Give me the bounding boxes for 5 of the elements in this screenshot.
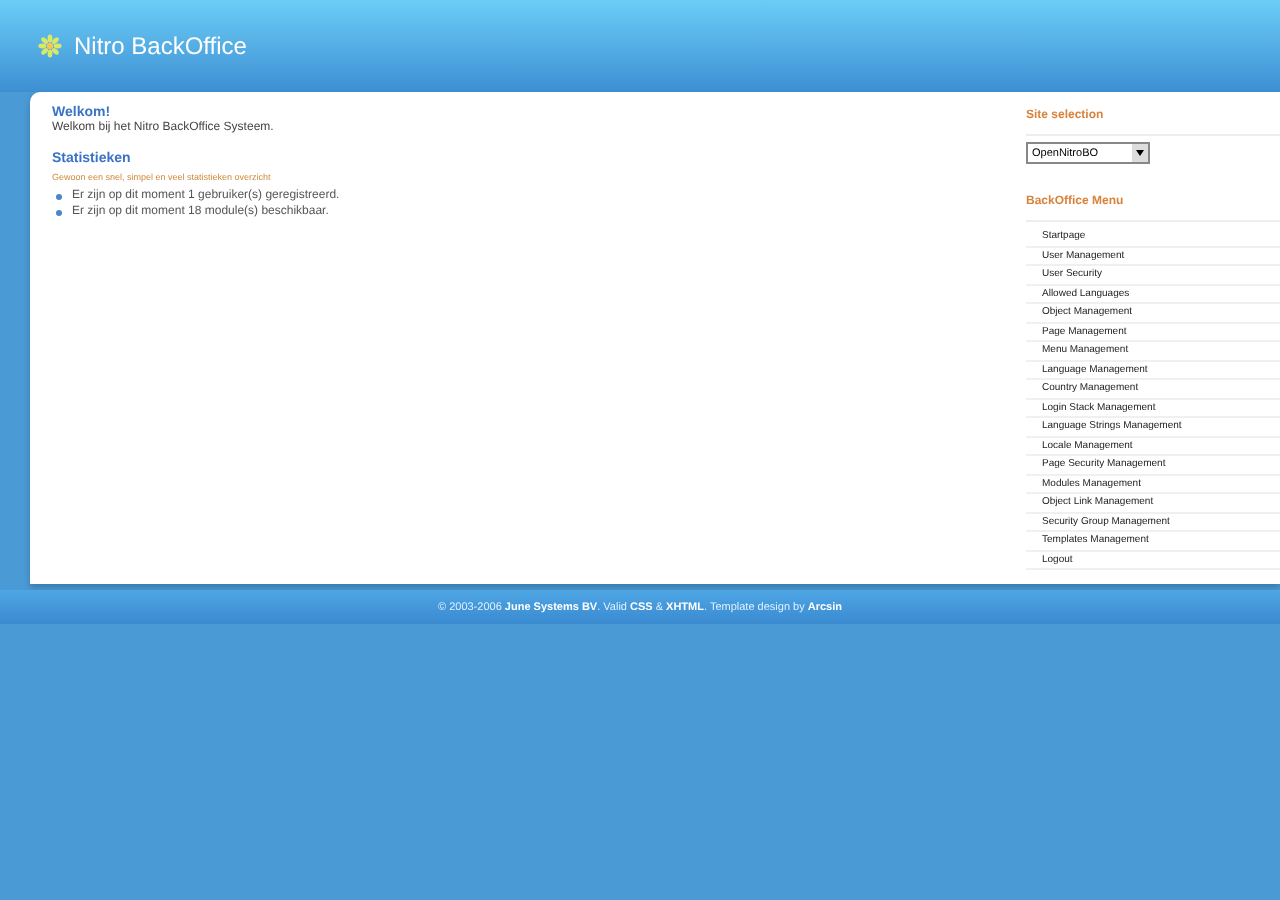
flower-logo-icon	[38, 34, 62, 58]
bullet-icon	[56, 193, 62, 199]
bullet-icon	[56, 209, 62, 215]
caret-icon	[1136, 150, 1144, 156]
app-title: Nitro BackOffice	[74, 32, 247, 60]
